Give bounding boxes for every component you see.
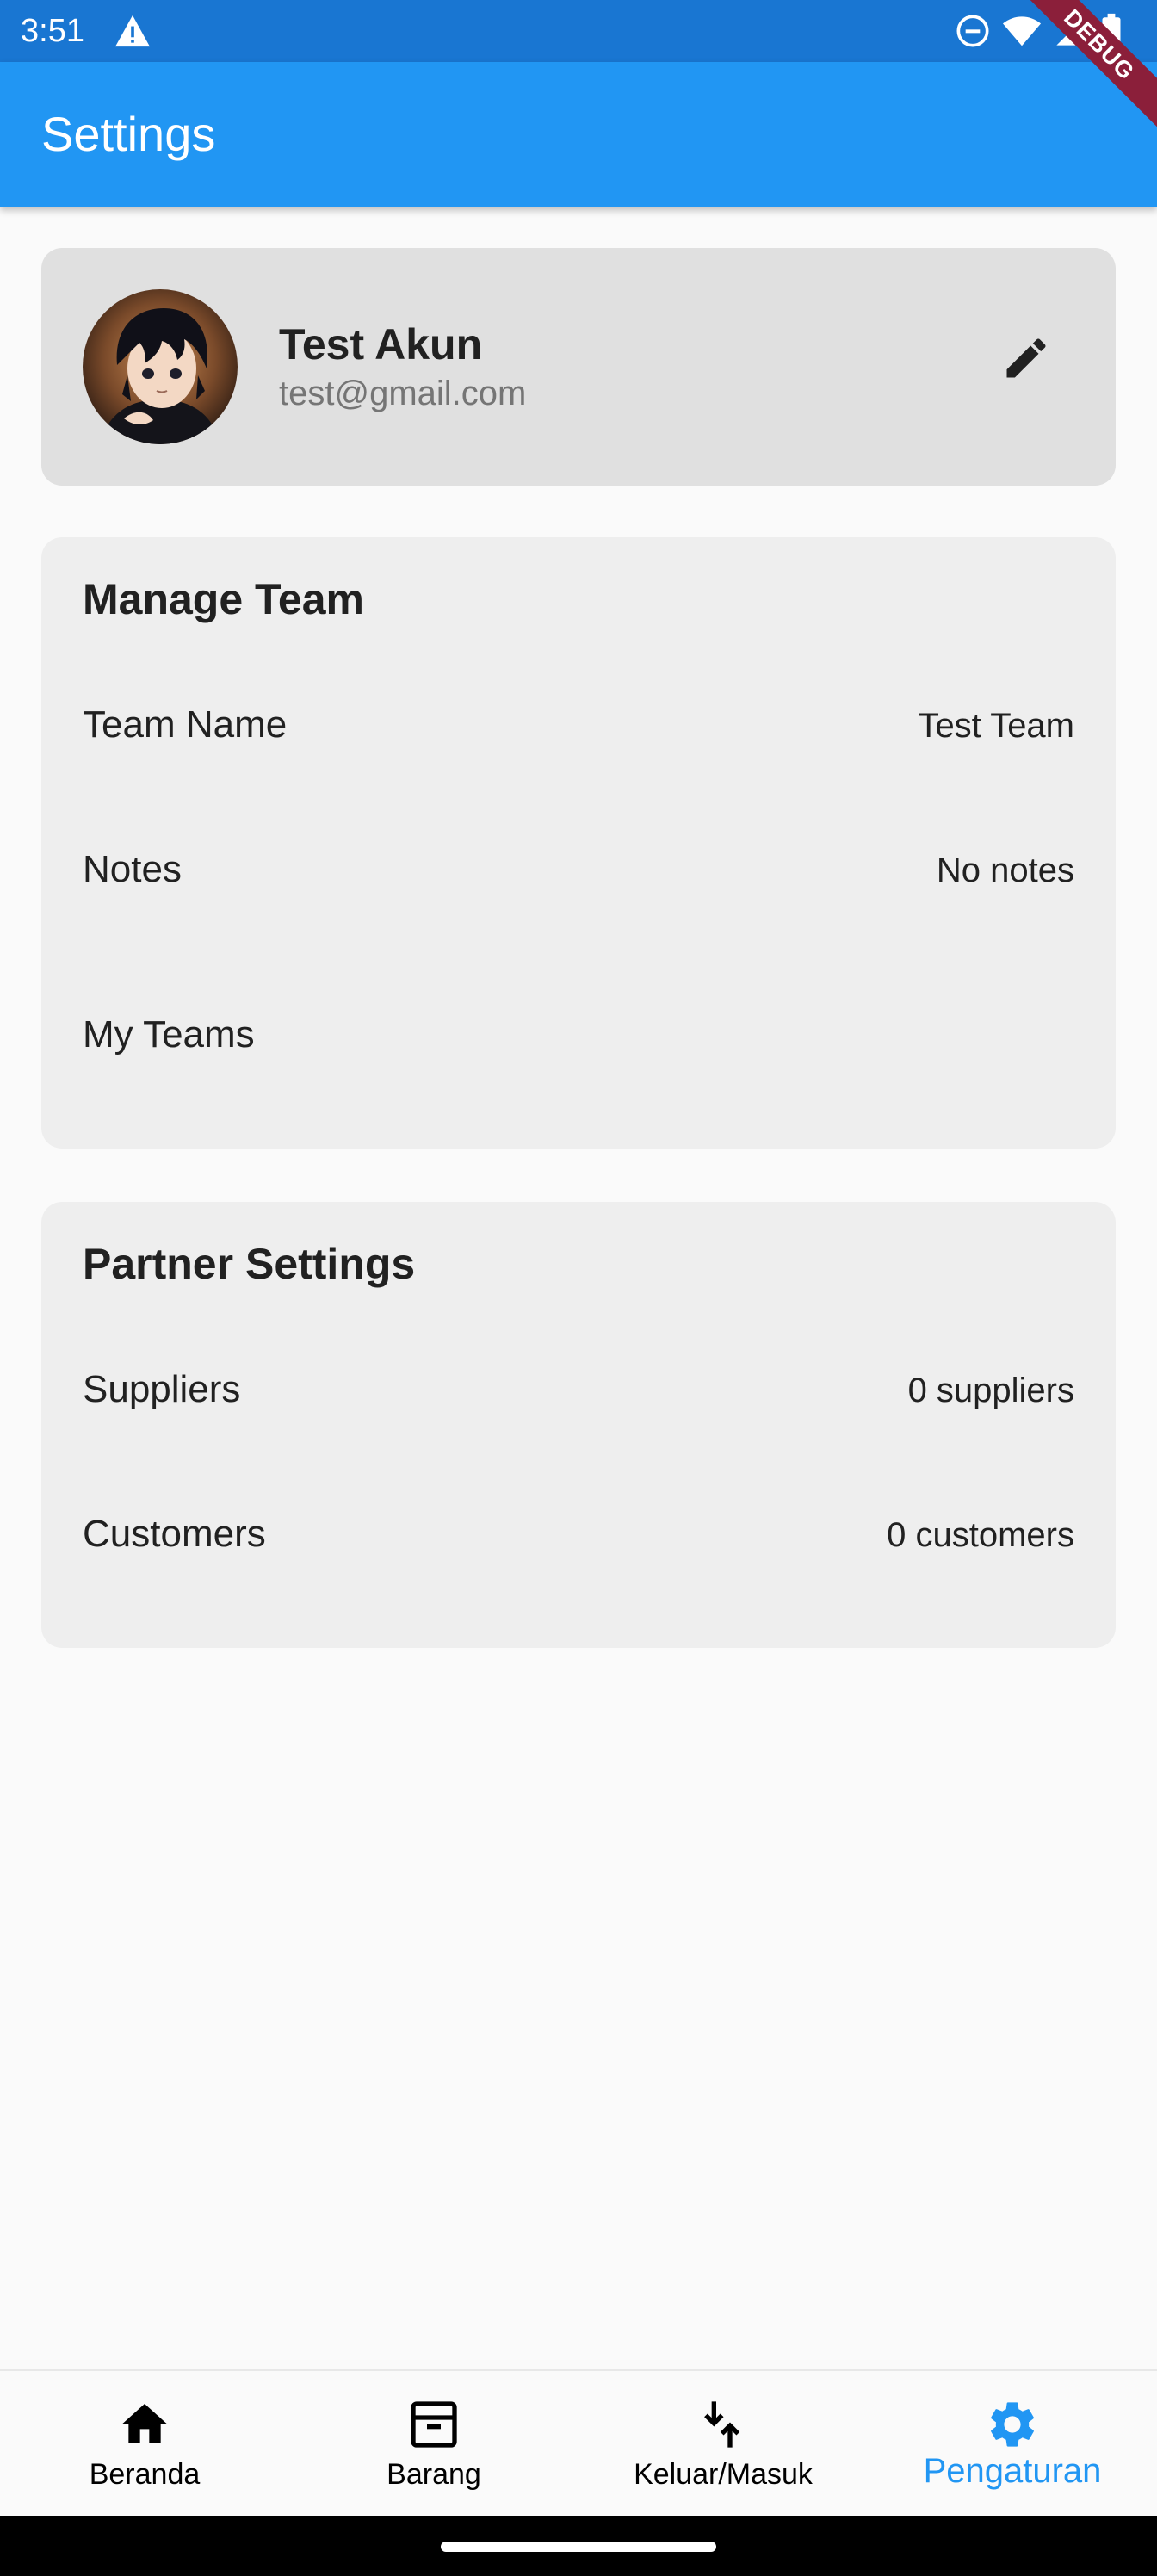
status-bar: 3:51 [0,0,1157,62]
team-name-value: Test Team [918,707,1074,745]
nav-label-keluar-masuk: Keluar/Masuk [634,2458,813,2491]
suppliers-label: Suppliers [83,1368,241,1410]
page-title: Settings [41,107,216,161]
profile-name: Test Akun [279,320,483,368]
manage-team-title: Manage Team [83,575,364,623]
notes-label: Notes [83,848,182,890]
nav-item-pengaturan[interactable]: Pengaturan [868,2371,1157,2517]
team-name-label: Team Name [83,703,288,746]
edit-profile-button[interactable] [999,331,1054,386]
pencil-icon [1006,338,1046,378]
nav-item-barang[interactable]: Barang [289,2371,578,2517]
home-gesture-handle[interactable] [441,2542,716,2552]
archive-box-icon [411,2401,457,2448]
manage-team-card: Manage Team Team Name Test Team Notes No… [41,537,1116,1149]
nav-label-barang: Barang [387,2458,481,2491]
customers-value: 0 customers [887,1516,1074,1554]
gear-icon [991,2402,1034,2447]
customers-label: Customers [83,1513,266,1555]
nav-item-keluar-masuk[interactable]: Keluar/Masuk [578,2371,868,2517]
nav-item-beranda[interactable]: Beranda [0,2371,289,2517]
notes-value: No notes [936,851,1074,889]
app-bar: Settings [0,62,1157,207]
warning-icon [115,15,150,47]
avatar [83,289,238,444]
profile-card[interactable]: Test Akun test@gmail.com [41,248,1116,486]
profile-email: test@gmail.com [279,375,527,412]
wifi-icon [1002,16,1042,46]
bottom-navigation: Beranda Barang Keluar/Masuk Pengaturan [0,2369,1157,2516]
suppliers-value: 0 suppliers [907,1372,1074,1409]
home-icon [121,2404,168,2443]
partner-settings-card: Partner Settings Suppliers 0 suppliers C… [41,1202,1116,1648]
partner-settings-title: Partner Settings [83,1240,416,1288]
my-teams-label: My Teams [83,1013,255,1056]
nav-label-beranda: Beranda [89,2458,201,2491]
swap-vertical-icon [704,2401,740,2448]
status-time: 3:51 [21,13,84,49]
system-navigation-bar [0,2516,1157,2576]
nav-label-pengaturan: Pengaturan [923,2452,1102,2490]
do-not-disturb-icon [956,15,989,47]
